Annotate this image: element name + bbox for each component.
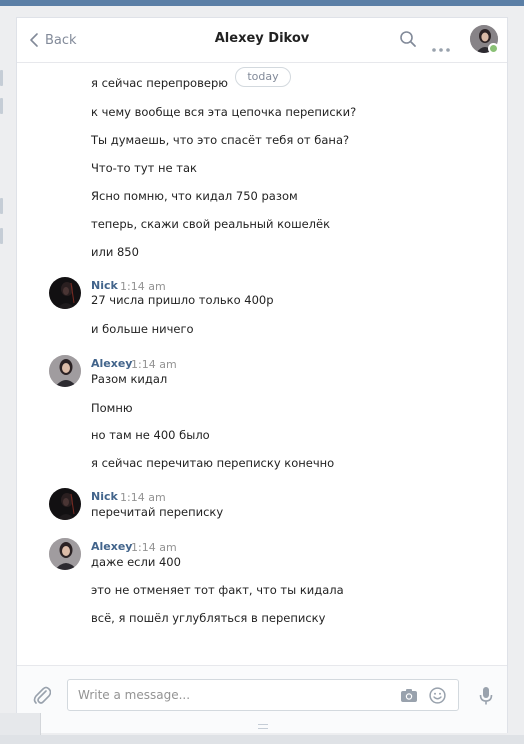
author-name[interactable]: Alexey <box>91 357 132 370</box>
chevron-left-icon <box>30 33 38 47</box>
gutter-mark <box>0 228 3 244</box>
message-text: 27 числа пришло только 400р <box>91 293 274 307</box>
back-button[interactable]: Back <box>29 29 77 51</box>
message-text: я сейчас перепроверю <box>91 76 228 90</box>
browser-top-bar <box>0 0 524 6</box>
message-text: или 850 <box>91 245 139 259</box>
back-label: Back <box>45 32 77 48</box>
author-avatar-nick[interactable] <box>49 488 81 520</box>
message-text: я сейчас перечитаю переписку конечно <box>91 456 335 470</box>
header-avatar[interactable] <box>470 25 499 54</box>
message-text: но там не 400 было <box>91 428 210 442</box>
message-text: Что-то тут не так <box>91 161 197 175</box>
microphone-icon[interactable] <box>479 686 493 710</box>
message-text: это не отменяет тот факт, что ты кидала <box>91 583 344 597</box>
author-avatar-alexey[interactable] <box>49 538 81 570</box>
message-text: даже если 400 <box>91 555 181 569</box>
more-icon[interactable] <box>432 37 450 56</box>
message-time[interactable]: 1:14 am <box>120 280 166 293</box>
smile-icon[interactable] <box>429 687 446 708</box>
bottom-tab <box>0 713 41 735</box>
gutter-mark <box>0 198 3 214</box>
gutter-mark <box>0 98 3 114</box>
chat-header: Back Alexey Dikov <box>17 18 507 63</box>
camera-icon[interactable] <box>400 688 418 707</box>
message-text: Помню <box>91 401 133 415</box>
message-history[interactable]: today я сейчас перепроверю к чему вообще… <box>17 63 507 663</box>
date-pill[interactable]: today <box>235 67 291 87</box>
online-indicator <box>488 43 499 54</box>
author-avatar-nick[interactable] <box>49 277 81 309</box>
gutter-mark <box>0 70 3 86</box>
message-input-box[interactable] <box>67 679 459 711</box>
bottom-strip <box>0 735 524 744</box>
left-gutter <box>0 6 16 744</box>
chat-title[interactable]: Alexey Dikov <box>177 31 347 46</box>
search-icon[interactable] <box>399 30 417 52</box>
attach-icon[interactable] <box>33 686 52 710</box>
message-composer <box>17 665 507 733</box>
author-name[interactable]: Nick <box>91 490 118 503</box>
author-name[interactable]: Nick <box>91 279 118 292</box>
message-time[interactable]: 1:14 am <box>131 541 177 554</box>
message-text: и больше ничего <box>91 322 194 336</box>
author-avatar-alexey[interactable] <box>49 355 81 387</box>
message-text: всё, я пошёл углубляться в переписку <box>91 611 326 625</box>
message-text: Разом кидал <box>91 372 168 386</box>
message-text: Ясно помню, что кидал 750 разом <box>91 189 298 203</box>
message-text: теперь, скажи свой реальный кошелёк <box>91 217 331 231</box>
message-text: перечитай переписку <box>91 505 224 519</box>
message-time[interactable]: 1:14 am <box>131 358 177 371</box>
chat-panel: Back Alexey Dikov today я сейчас перепро… <box>16 17 508 733</box>
author-name[interactable]: Alexey <box>91 540 132 553</box>
message-text: Ты думаешь, что это спасёт тебя от бана? <box>91 133 350 147</box>
message-input[interactable] <box>78 680 378 710</box>
resize-handle[interactable] <box>258 724 268 729</box>
message-time[interactable]: 1:14 am <box>120 491 166 504</box>
message-text: к чему вообще вся эта цепочка переписки? <box>91 105 357 119</box>
